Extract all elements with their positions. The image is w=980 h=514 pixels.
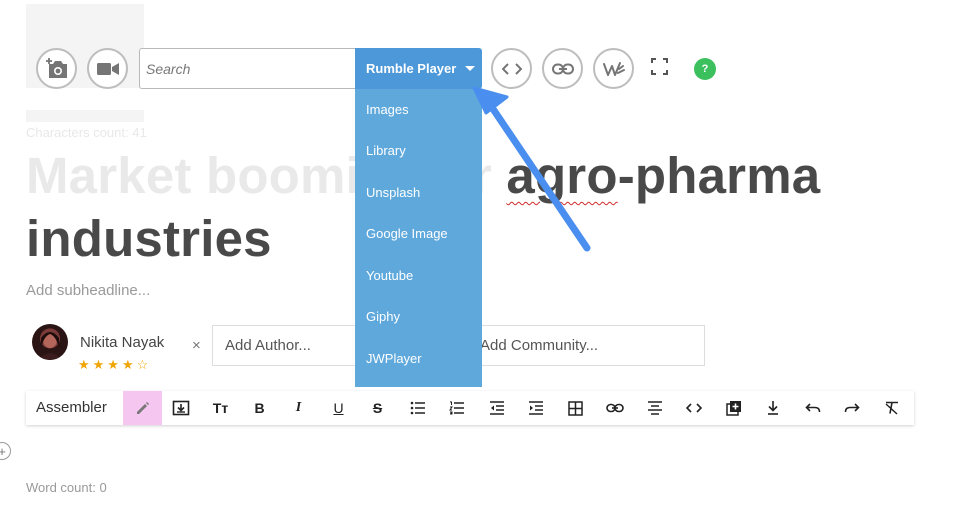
- outdent-button[interactable]: [477, 391, 516, 425]
- numbered-list-icon: [448, 401, 464, 415]
- download-button[interactable]: [753, 391, 792, 425]
- undo-icon: [804, 403, 820, 413]
- underline-button[interactable]: U: [319, 391, 358, 425]
- outdent-icon: [489, 401, 504, 415]
- add-block-button[interactable]: [714, 391, 753, 425]
- code-view-button[interactable]: [674, 391, 713, 425]
- save-draft-button[interactable]: [161, 391, 200, 425]
- heading-button[interactable]: Tт: [201, 391, 240, 425]
- strikethrough-icon: S: [372, 400, 383, 416]
- indent-icon: [528, 401, 543, 415]
- media-search-input[interactable]: [139, 48, 356, 89]
- pen-tool-button[interactable]: [123, 391, 162, 425]
- embed-code-button[interactable]: [491, 48, 532, 89]
- align-center-icon: [647, 401, 662, 415]
- fullscreen-icon: [651, 58, 668, 75]
- strikethrough-button[interactable]: S: [358, 391, 397, 425]
- menu-item-giphy[interactable]: Giphy: [366, 309, 400, 324]
- caret-down-icon: [465, 66, 476, 71]
- add-block-side-button[interactable]: +: [0, 442, 11, 460]
- embed-link-button[interactable]: [542, 48, 583, 89]
- subheadline-input[interactable]: Add subheadline...: [26, 282, 150, 299]
- clear-formatting-button[interactable]: [872, 391, 911, 425]
- toolbar-mode-label: Assembler: [36, 399, 107, 416]
- indent-button[interactable]: [516, 391, 555, 425]
- headline-text-part: -pharma: [617, 147, 821, 204]
- clear-format-icon: [885, 401, 898, 415]
- table-button[interactable]: [556, 391, 595, 425]
- menu-item-images[interactable]: Images: [366, 102, 409, 117]
- link-icon: [551, 63, 574, 74]
- menu-item-library[interactable]: Library: [366, 143, 406, 158]
- download-icon: [767, 401, 778, 415]
- headline-misspelled-word: agro: [506, 147, 618, 204]
- avatar: [32, 324, 68, 360]
- media-source-dropdown[interactable]: Rumble Player: [355, 48, 482, 89]
- remove-author-button[interactable]: ×: [192, 337, 201, 354]
- align-center-button[interactable]: [635, 391, 674, 425]
- cover-caption-placeholder: [26, 110, 144, 122]
- link-icon: [605, 403, 624, 413]
- code-icon: [501, 62, 522, 75]
- underline-icon: U: [333, 400, 344, 416]
- menu-item-google-image[interactable]: Google Image: [366, 226, 448, 241]
- menu-item-jwplayer[interactable]: JWPlayer: [366, 351, 422, 366]
- add-photo-button[interactable]: [36, 48, 77, 89]
- jwplayer-button[interactable]: [593, 48, 634, 89]
- italic-button[interactable]: I: [279, 391, 318, 425]
- insert-link-button[interactable]: [595, 391, 634, 425]
- pencil-icon: [136, 402, 149, 414]
- formatting-toolbar: Assembler Tт B I U S: [26, 391, 914, 425]
- add-community-input[interactable]: [468, 325, 705, 366]
- media-source-menu: Images Library Unsplash Google Image You…: [355, 89, 482, 387]
- italic-icon: I: [295, 400, 302, 415]
- add-author-input[interactable]: [212, 325, 362, 366]
- headline-text-part: Market boomi: [26, 147, 360, 204]
- redo-button[interactable]: [832, 391, 871, 425]
- video-icon: [96, 62, 119, 75]
- jwplayer-icon: [602, 61, 625, 76]
- add-video-button[interactable]: [87, 48, 128, 89]
- fullscreen-button[interactable]: [651, 58, 668, 80]
- add-photo-icon: [45, 57, 67, 78]
- code-icon: [685, 403, 702, 413]
- heading-icon: Tт: [212, 400, 229, 416]
- avatar-portrait-icon: [38, 332, 62, 360]
- bold-button[interactable]: B: [240, 391, 279, 425]
- characters-count: Characters count: 41: [26, 125, 147, 140]
- menu-item-unsplash[interactable]: Unsplash: [366, 185, 420, 200]
- add-box-icon: [725, 401, 741, 416]
- menu-item-youtube[interactable]: Youtube: [366, 268, 413, 283]
- redo-icon: [844, 403, 860, 413]
- bulleted-list-icon: [410, 401, 425, 415]
- media-source-label: Rumble Player: [366, 61, 457, 76]
- author-name: Nikita Nayak: [80, 334, 165, 351]
- undo-button[interactable]: [793, 391, 832, 425]
- numbered-list-button[interactable]: [437, 391, 476, 425]
- table-icon: [568, 400, 583, 416]
- bulleted-list-button[interactable]: [398, 391, 437, 425]
- word-count: Word count: 0: [26, 480, 107, 495]
- bold-icon: B: [254, 400, 265, 416]
- download-box-icon: [172, 400, 189, 416]
- help-icon[interactable]: ?: [694, 58, 716, 80]
- author-rating-stars: ★★★★☆: [78, 357, 152, 372]
